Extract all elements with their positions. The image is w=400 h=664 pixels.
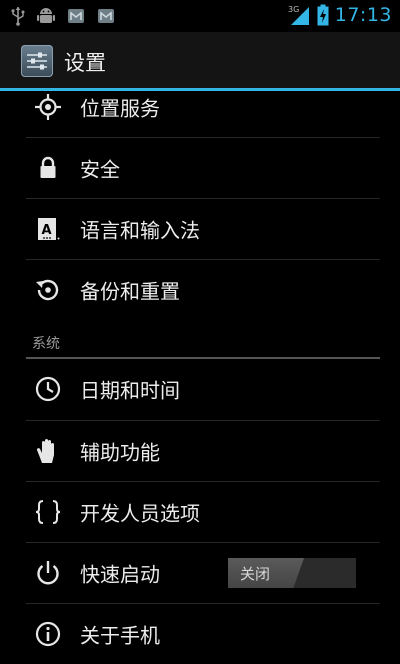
sliders-icon bbox=[27, 52, 47, 70]
section-header-system: 系统 bbox=[32, 336, 60, 352]
keyboard-language-icon: A bbox=[34, 215, 62, 243]
battery-charging-icon bbox=[317, 4, 329, 26]
location-icon bbox=[34, 93, 62, 121]
settings-app-icon[interactable] bbox=[21, 45, 53, 77]
svg-text:A: A bbox=[42, 223, 52, 238]
gmail-icon bbox=[98, 9, 114, 23]
settings-item-label: 位置服务 bbox=[80, 96, 160, 121]
settings-item-label: 语言和输入法 bbox=[80, 218, 200, 243]
hand-icon bbox=[34, 437, 62, 465]
settings-item-accessibility[interactable]: 辅助功能 bbox=[0, 421, 400, 481]
page-title: 设置 bbox=[64, 51, 106, 75]
info-icon bbox=[34, 620, 62, 648]
settings-item-fast-boot[interactable]: 快速启动 关闭 bbox=[0, 543, 400, 603]
settings-item-developer-options[interactable]: 开发人员选项 bbox=[0, 482, 400, 542]
settings-item-label: 辅助功能 bbox=[80, 440, 160, 465]
power-icon bbox=[34, 559, 62, 587]
clock-icon bbox=[34, 375, 62, 403]
notification-icons bbox=[10, 6, 116, 26]
settings-item-label: 快速启动 bbox=[80, 562, 160, 587]
settings-item-label: 安全 bbox=[80, 157, 120, 182]
android-debug-icon bbox=[37, 8, 55, 23]
settings-item-label: 关于手机 bbox=[80, 623, 160, 648]
clock-time: 17:13 bbox=[334, 4, 392, 26]
braces-icon bbox=[34, 498, 62, 526]
status-bar: 3G 17:13 bbox=[0, 0, 400, 32]
settings-item-label: 日期和时间 bbox=[80, 378, 180, 403]
settings-item-backup-reset[interactable]: 备份和重置 bbox=[0, 260, 400, 320]
fast-boot-toggle[interactable]: 关闭 bbox=[228, 558, 356, 588]
network-type-label: 3G bbox=[288, 5, 299, 14]
lock-icon bbox=[34, 154, 62, 182]
signal-icon: 3G bbox=[288, 5, 309, 25]
system-icons: 3G 17:13 bbox=[287, 4, 392, 26]
toggle-thumb-off: 关闭 bbox=[228, 558, 304, 588]
toggle-state-label: 关闭 bbox=[240, 565, 271, 583]
gmail-icon bbox=[68, 9, 84, 23]
settings-item-label: 开发人员选项 bbox=[80, 501, 200, 526]
backup-restore-icon bbox=[34, 276, 62, 304]
settings-item-label: 备份和重置 bbox=[80, 279, 180, 304]
usb-icon bbox=[11, 7, 25, 26]
settings-item-security[interactable]: 安全 bbox=[0, 138, 400, 198]
settings-item-language-input[interactable]: A 语言和输入法 bbox=[0, 199, 400, 259]
settings-item-about-phone[interactable]: 关于手机 bbox=[0, 604, 400, 664]
settings-item-date-time[interactable]: 日期和时间 bbox=[0, 359, 400, 419]
settings-item-location[interactable]: 位置服务 bbox=[0, 77, 400, 137]
